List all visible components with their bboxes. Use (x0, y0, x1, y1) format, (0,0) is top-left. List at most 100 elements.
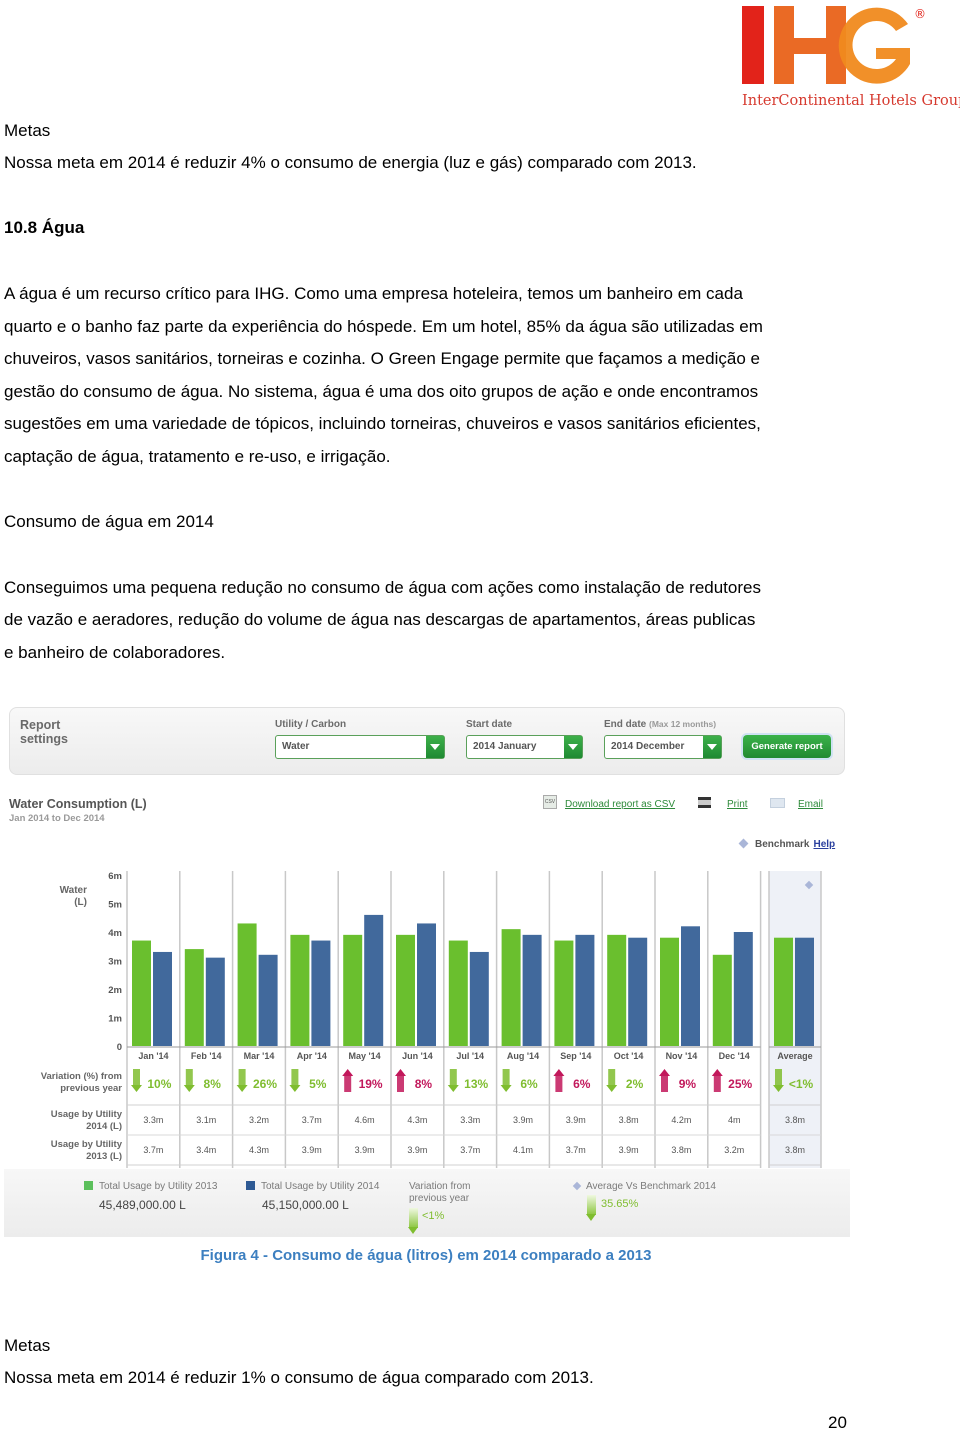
benchmark-diamond-icon (572, 1181, 582, 1191)
bar-2014 (364, 914, 384, 1046)
x-category-label: Feb '14 (191, 1051, 222, 1061)
usage-2013-cell: 3.9m (619, 1145, 639, 1155)
variation-arrow-down-icon (606, 1085, 618, 1092)
x-category-label: Jun '14 (402, 1051, 433, 1061)
chevron-down-icon[interactable] (703, 736, 721, 758)
help-link[interactable]: Help (813, 839, 835, 850)
bar-2013 (554, 940, 574, 1046)
bar-2014 (628, 937, 648, 1046)
row-label-usage-2014: Usage by Utility (51, 1109, 123, 1120)
x-category-label: Mar '14 (244, 1051, 275, 1061)
variation-arrow-up-icon (711, 1069, 723, 1076)
x-category-label: Jul '14 (456, 1051, 484, 1061)
start-date-select[interactable]: 2014 January (466, 735, 583, 759)
bar-2014 (795, 937, 814, 1046)
svg-text:®: ® (914, 7, 926, 21)
y-tick-label: 1m (108, 1014, 122, 1025)
report-summary-band: Total Usage by Utility 2013 45,489,000.0… (4, 1169, 850, 1237)
variation-arrow-up-icon (661, 1076, 668, 1092)
chevron-down-icon[interactable] (426, 736, 444, 758)
bar-2013 (501, 929, 521, 1046)
water-consumption-chart: Water(L) 0 1m 2m 3m 4m 5m 6m Jan '14 10% 3.3m 3.7m F… (41, 871, 822, 1168)
variation-arrow-up-icon (555, 1076, 563, 1092)
variation-arrow-down-icon (500, 1085, 512, 1092)
printer-icon (698, 797, 711, 808)
bar-2013 (343, 934, 363, 1046)
variation-summary-label: Variation from previous year (409, 1181, 471, 1205)
variation-arrow-down-icon (449, 1069, 457, 1085)
variation-value: 2% (626, 1077, 644, 1091)
generate-report-button[interactable]: Generate report (743, 735, 831, 758)
variation-arrow-down-icon (183, 1085, 195, 1092)
bar-2014 (469, 951, 489, 1046)
usage-2013-cell: 3.8m (671, 1145, 691, 1155)
usage-2013-cell: 3.7m (143, 1145, 163, 1155)
start-date-value: 2014 January (473, 741, 537, 752)
variation-arrow-up-icon (397, 1076, 404, 1092)
section-title-water: 10.8 Água (4, 218, 85, 237)
bar-2014 (153, 951, 172, 1046)
x-category-label: Dec '14 (719, 1051, 750, 1061)
print-link[interactable]: Print (727, 799, 748, 810)
usage-2013-cell: 3.4m (196, 1145, 216, 1155)
bar-2013 (660, 937, 679, 1046)
end-date-select[interactable]: 2014 December (604, 735, 722, 759)
ihg-logo: ® InterContinental Hotels Group (738, 4, 960, 114)
legend-2014: Total Usage by Utility 2014 (246, 1181, 379, 1192)
variation-arrow-down-icon (236, 1085, 248, 1092)
paragraph-line: sugestões em uma variedade de tópicos, i… (4, 414, 761, 433)
usage-2014-cell: 3.8m (785, 1115, 805, 1125)
chevron-down-icon[interactable] (564, 736, 582, 758)
variation-arrow-up-icon (395, 1069, 406, 1076)
bar-2013 (132, 940, 151, 1046)
end-date-value: 2014 December (611, 741, 685, 752)
y-tick-label: 6m (108, 871, 122, 882)
usage-2014-cell: 3.3m (460, 1115, 480, 1125)
variation-value: <1% (789, 1077, 814, 1091)
variation-arrow-down-icon (185, 1069, 193, 1085)
variation-value: 5% (309, 1077, 327, 1091)
usage-2013-cell: 3.9m (302, 1145, 322, 1155)
x-category-label: Sep '14 (560, 1051, 591, 1061)
email-icon (770, 798, 785, 808)
usage-2013-cell: 3.2m (724, 1145, 744, 1155)
bar-2014 (575, 934, 595, 1046)
arrow-down-icon (586, 1195, 596, 1221)
variation-arrow-down-icon (447, 1085, 459, 1092)
x-category-label: Oct '14 (614, 1051, 644, 1061)
water-goal-text: Nossa meta em 2014 é reduzir 1% o consum… (4, 1368, 594, 1387)
usage-2013-cell: 3.9m (355, 1145, 375, 1155)
variation-value: 9% (679, 1077, 697, 1091)
variation-value: 25% (728, 1077, 752, 1091)
report-settings-title-line: Report (20, 718, 61, 732)
bar-2013 (184, 949, 204, 1046)
energy-goal-text: Nossa meta em 2014 é reduzir 4% o consum… (4, 153, 697, 172)
variation-arrow-down-icon (502, 1069, 510, 1085)
benchmark-summary-value: 35.65% (601, 1198, 639, 1210)
variation-arrow-down-icon (608, 1069, 616, 1085)
bar-2013 (774, 937, 793, 1046)
y-axis-label: (L) (74, 897, 87, 908)
email-link[interactable]: Email (798, 799, 823, 810)
page-number: 20 (828, 1413, 847, 1432)
usage-2014-cell: 4m (728, 1115, 741, 1125)
ihg-logo-mark: ® (742, 6, 926, 84)
x-category-label: Average (777, 1051, 812, 1061)
logo-tagline: InterContinental Hotels Group (742, 93, 960, 109)
usage-2013-cell: 3.7m (566, 1145, 586, 1155)
legend-swatch-2014 (246, 1181, 255, 1190)
bar-2013 (607, 934, 627, 1046)
utility-select[interactable]: Water (275, 735, 445, 759)
usage-2014-cell: 4.6m (355, 1115, 375, 1125)
paragraph-line: de vazão e aeradores, redução do volume … (4, 610, 756, 629)
utility-label: Utility / Carbon (275, 719, 347, 730)
variation-arrow-up-icon (713, 1076, 721, 1092)
variation-arrow-up-icon (342, 1069, 354, 1076)
download-csv-link[interactable]: Download report as CSV (565, 799, 675, 810)
end-date-label: End date (Max 12 months) (604, 719, 716, 730)
variation-arrow-down-icon (131, 1085, 142, 1092)
y-tick-label: 2m (108, 985, 122, 996)
usage-2013-cell: 3.8m (785, 1145, 805, 1155)
usage-2014-cell: 3.9m (566, 1115, 586, 1125)
benchmark-summary-label: Average Vs Benchmark 2014 (572, 1181, 716, 1192)
